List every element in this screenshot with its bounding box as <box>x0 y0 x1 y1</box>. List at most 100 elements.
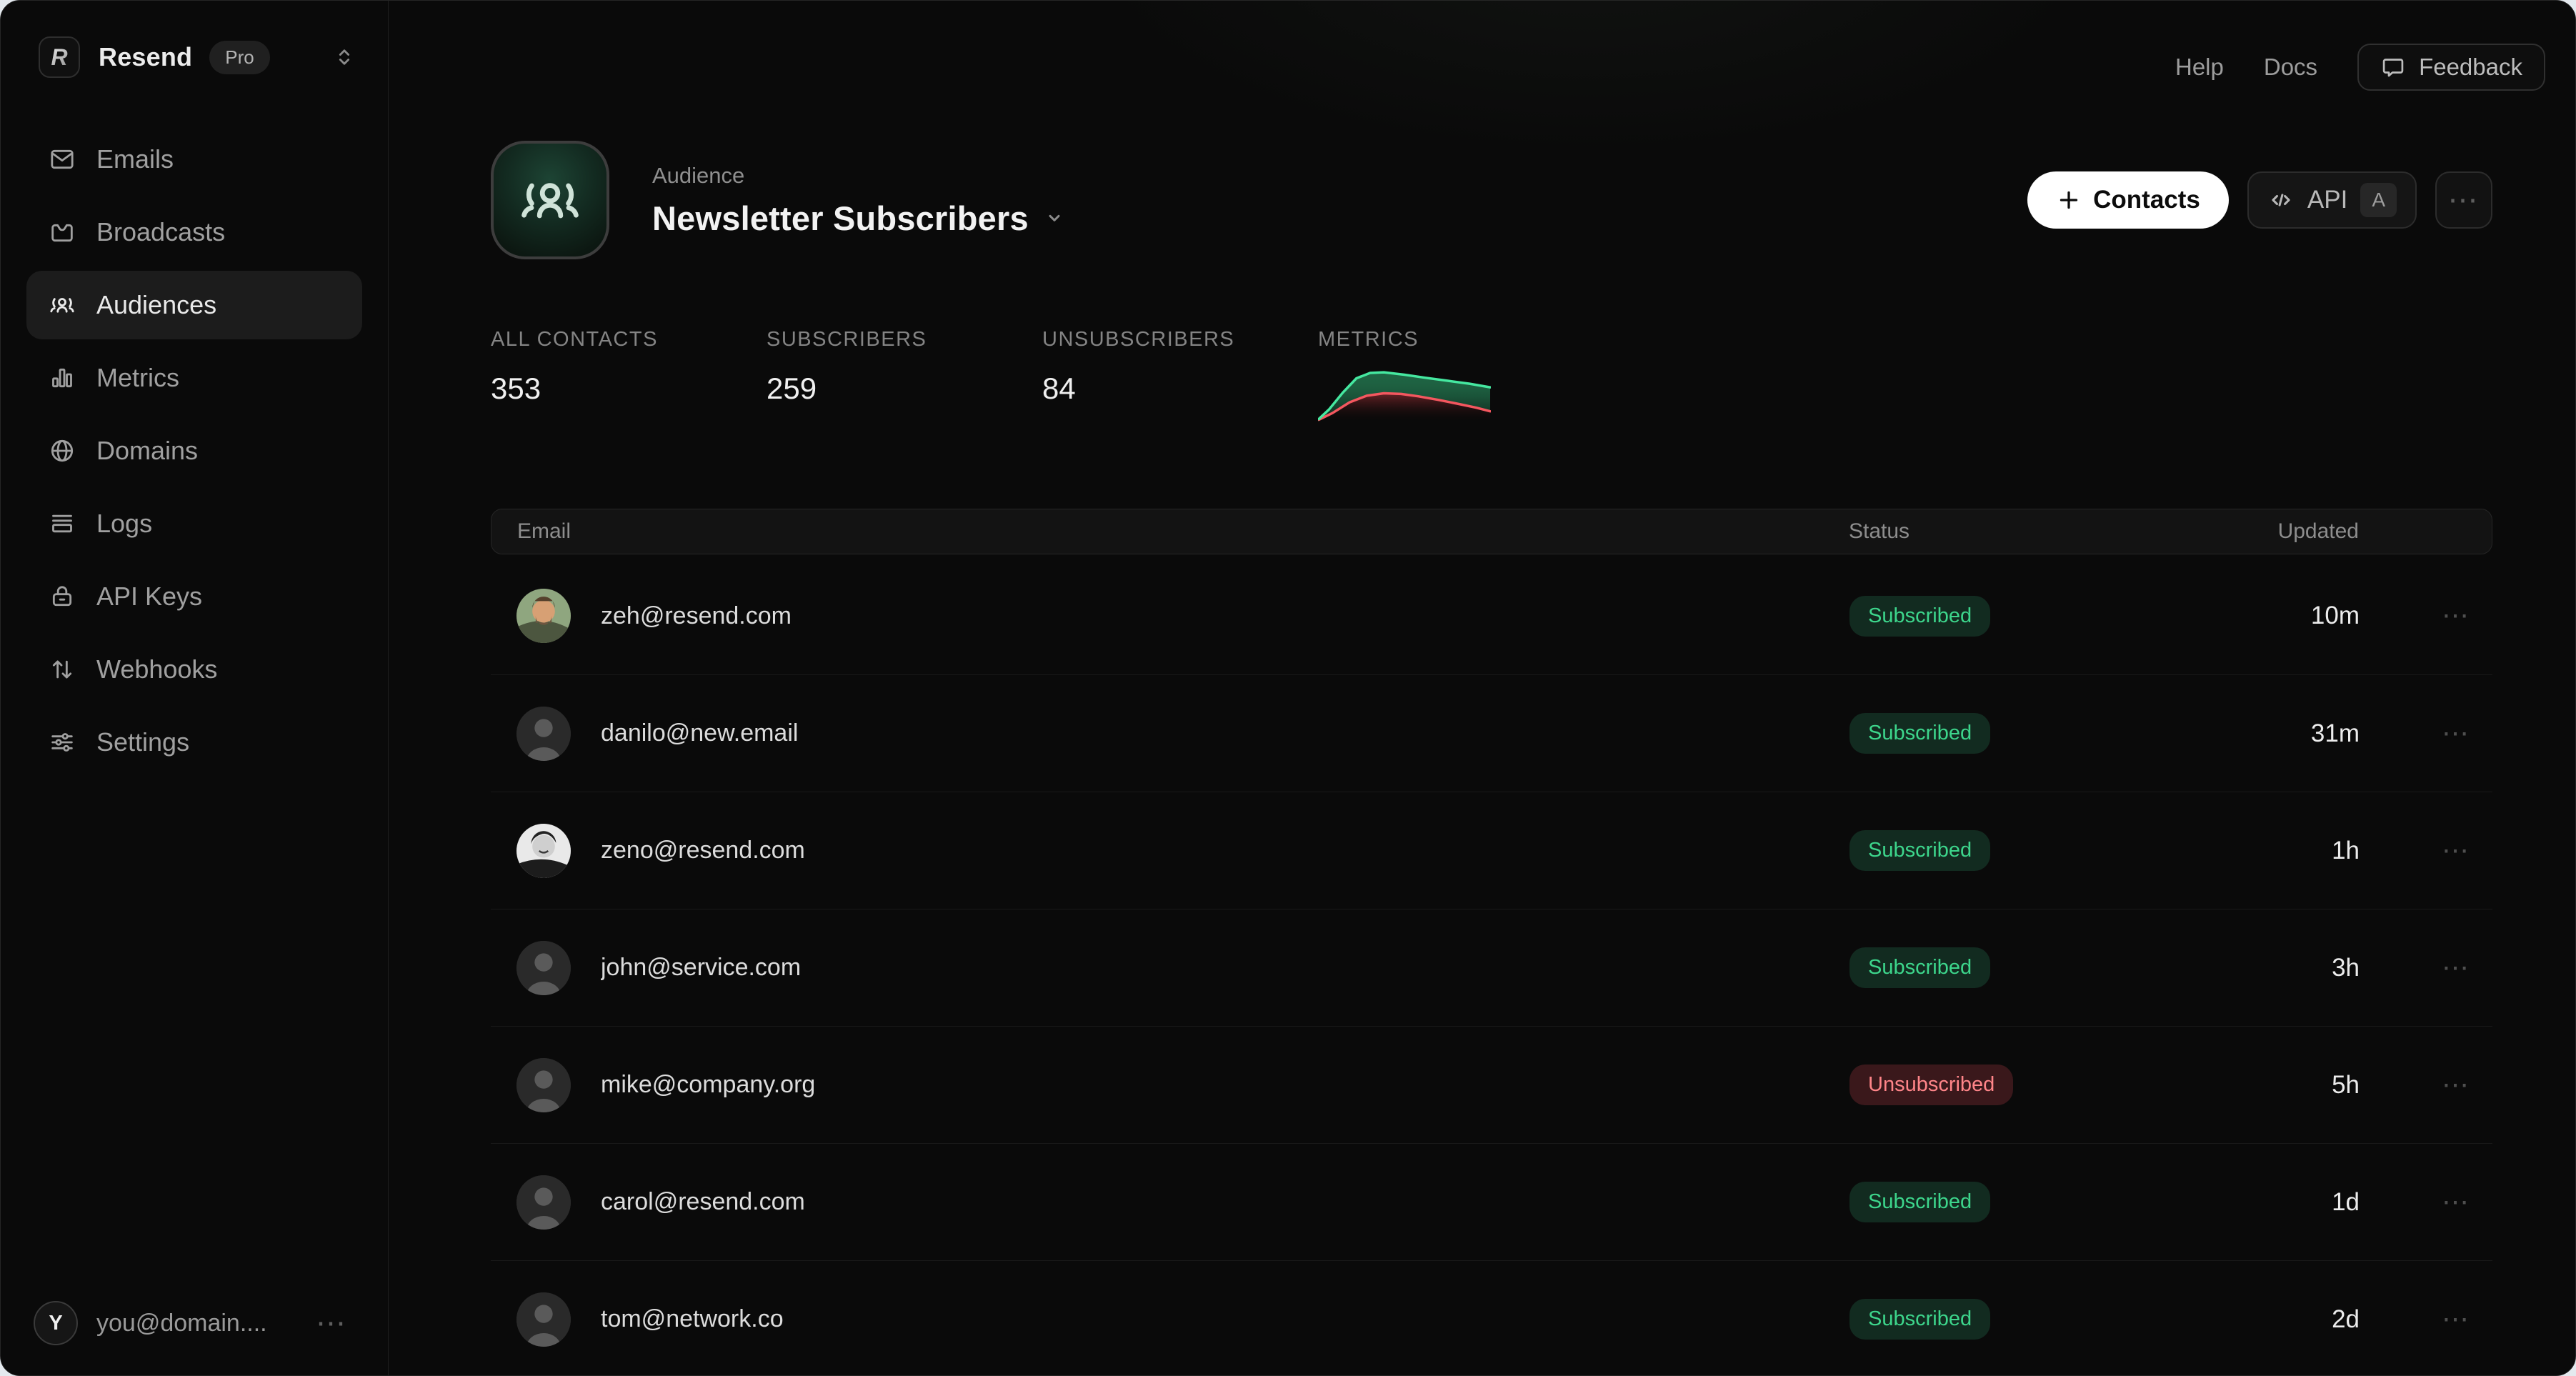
contact-avatar <box>516 1292 571 1347</box>
avatar: Y <box>34 1301 78 1345</box>
updated-time: 5h <box>2332 1071 2360 1099</box>
bar-chart-icon <box>48 364 76 392</box>
sidebar-item-webhooks[interactable]: Webhooks <box>26 635 362 704</box>
add-contacts-button[interactable]: Contacts <box>2027 171 2229 229</box>
sidebar-item-audiences[interactable]: Audiences <box>26 271 362 339</box>
code-icon <box>2267 186 2295 214</box>
updated-time: 10m <box>2311 602 2360 629</box>
row-more-icon[interactable]: ⋯ <box>2442 953 2471 983</box>
column-email: Email <box>491 519 1849 544</box>
sidebar-item-label: Metrics <box>96 363 179 393</box>
people-icon <box>48 291 76 319</box>
globe-icon <box>48 437 76 465</box>
table-row[interactable]: danilo@new.email Subscribed 31m ⋯ <box>491 674 2492 792</box>
sidebar-item-label: Settings <box>96 727 189 757</box>
contact-avatar <box>516 589 571 643</box>
topbar: Help Docs Feedback <box>389 1 2575 95</box>
audience-selector[interactable]: Newsletter Subscribers <box>652 199 1066 238</box>
sidebar-item-label: Domains <box>96 436 198 466</box>
status-badge: Unsubscribed <box>1849 1065 2013 1105</box>
status-badge: Subscribed <box>1849 830 1990 871</box>
sidebar-item-label: Webhooks <box>96 654 217 684</box>
table-row[interactable]: carol@resend.com Subscribed 1d ⋯ <box>491 1143 2492 1260</box>
status-badge: Subscribed <box>1849 1299 1990 1340</box>
plan-badge: Pro <box>209 41 269 74</box>
status-badge: Subscribed <box>1849 713 1990 754</box>
column-status: Status <box>1849 519 2220 544</box>
lock-icon <box>48 582 76 611</box>
row-more-icon[interactable]: ⋯ <box>2442 1305 2471 1335</box>
contact-email: carol@resend.com <box>601 1188 805 1216</box>
contact-email: mike@company.org <box>601 1071 815 1099</box>
table-row[interactable]: john@service.com Subscribed 3h ⋯ <box>491 909 2492 1026</box>
contact-avatar <box>516 1175 571 1230</box>
status-badge: Subscribed <box>1849 596 1990 637</box>
contact-email: tom@network.co <box>601 1305 784 1333</box>
more-button[interactable]: ⋯ <box>2435 171 2492 229</box>
feedback-button[interactable]: Feedback <box>2357 44 2545 91</box>
header-actions: Contacts API A ⋯ <box>2027 171 2492 229</box>
contact-email: john@service.com <box>601 954 801 982</box>
row-more-icon[interactable]: ⋯ <box>2442 1187 2471 1217</box>
status-badge: Subscribed <box>1849 1182 1990 1222</box>
more-icon: ⋯ <box>2448 185 2480 215</box>
breadcrumb: Audience <box>652 163 1066 189</box>
sidebar: ResendR Resend Pro Emails Broadcasts Aud… <box>1 1 389 1375</box>
account-menu[interactable]: Y you@domain.... ⋯ <box>1 1301 388 1375</box>
account-more-icon[interactable]: ⋯ <box>316 1308 348 1338</box>
list-icon <box>48 509 76 538</box>
sidebar-item-settings[interactable]: Settings <box>26 708 362 777</box>
sidebar-nav: Emails Broadcasts Audiences Metrics Doma… <box>1 125 388 781</box>
chevron-down-icon <box>1043 206 1066 229</box>
sidebar-item-metrics[interactable]: Metrics <box>26 344 362 412</box>
help-link[interactable]: Help <box>2175 54 2224 81</box>
sidebar-item-domains[interactable]: Domains <box>26 417 362 485</box>
stats-row: ALL CONTACTS 353 SUBSCRIBERS 259 UNSUBSC… <box>491 328 2492 422</box>
api-button[interactable]: API A <box>2247 171 2417 229</box>
table-row[interactable]: zeh@resend.com Subscribed 10m ⋯ <box>491 557 2492 674</box>
arrows-up-down-icon <box>48 655 76 684</box>
updated-time: 1d <box>2332 1188 2360 1216</box>
inbox-icon <box>48 218 76 246</box>
stat-metrics: METRICS <box>1318 328 1491 422</box>
updated-time: 1h <box>2332 837 2360 864</box>
table-row[interactable]: tom@network.co Subscribed 2d ⋯ <box>491 1260 2492 1375</box>
row-more-icon[interactable]: ⋯ <box>2442 1070 2471 1100</box>
sidebar-item-label: Emails <box>96 144 174 174</box>
sidebar-item-emails[interactable]: Emails <box>26 125 362 194</box>
updated-time: 2d <box>2332 1305 2360 1333</box>
plus-icon <box>2056 187 2082 213</box>
sidebar-item-logs[interactable]: Logs <box>26 489 362 558</box>
workspace-switcher[interactable]: ResendR Resend Pro <box>1 1 388 78</box>
row-more-icon[interactable]: ⋯ <box>2442 719 2471 749</box>
metrics-sparkline-chart <box>1318 362 1491 422</box>
sidebar-item-broadcasts[interactable]: Broadcasts <box>26 198 362 266</box>
sidebar-item-label: API Keys <box>96 582 202 612</box>
docs-link[interactable]: Docs <box>2264 54 2317 81</box>
stat-subscribers: SUBSCRIBERS 259 <box>767 328 1042 422</box>
status-badge: Subscribed <box>1849 947 1990 988</box>
contact-avatar <box>516 1058 571 1112</box>
contact-avatar <box>516 824 571 878</box>
chevron-up-down-icon[interactable] <box>332 45 356 69</box>
contact-email: danilo@new.email <box>601 719 798 747</box>
audience-icon <box>491 141 609 259</box>
row-more-icon[interactable]: ⋯ <box>2442 836 2471 866</box>
keyboard-shortcut-badge: A <box>2360 183 2397 217</box>
mail-icon <box>48 145 76 174</box>
account-email: you@domain.... <box>96 1310 267 1337</box>
row-more-icon[interactable]: ⋯ <box>2442 601 2471 631</box>
workspace-name: Resend <box>99 42 192 72</box>
contact-email: zeno@resend.com <box>601 837 805 864</box>
sidebar-item-label: Audiences <box>96 290 216 320</box>
stat-all-contacts: ALL CONTACTS 353 <box>491 328 767 422</box>
table-row[interactable]: zeno@resend.com Subscribed 1h ⋯ <box>491 792 2492 909</box>
page-title: Newsletter Subscribers <box>652 199 1029 238</box>
page-header: Audience Newsletter Subscribers Contacts… <box>491 141 2492 259</box>
contact-email: zeh@resend.com <box>601 602 792 630</box>
table-body: zeh@resend.com Subscribed 10m ⋯ danilo@n… <box>491 557 2492 1375</box>
sidebar-item-label: Logs <box>96 509 152 539</box>
table-row[interactable]: mike@company.org Unsubscribed 5h ⋯ <box>491 1026 2492 1143</box>
contacts-table: Email Status Updated zeh@resend.com Subs… <box>491 509 2492 1375</box>
sidebar-item-api-keys[interactable]: API Keys <box>26 562 362 631</box>
